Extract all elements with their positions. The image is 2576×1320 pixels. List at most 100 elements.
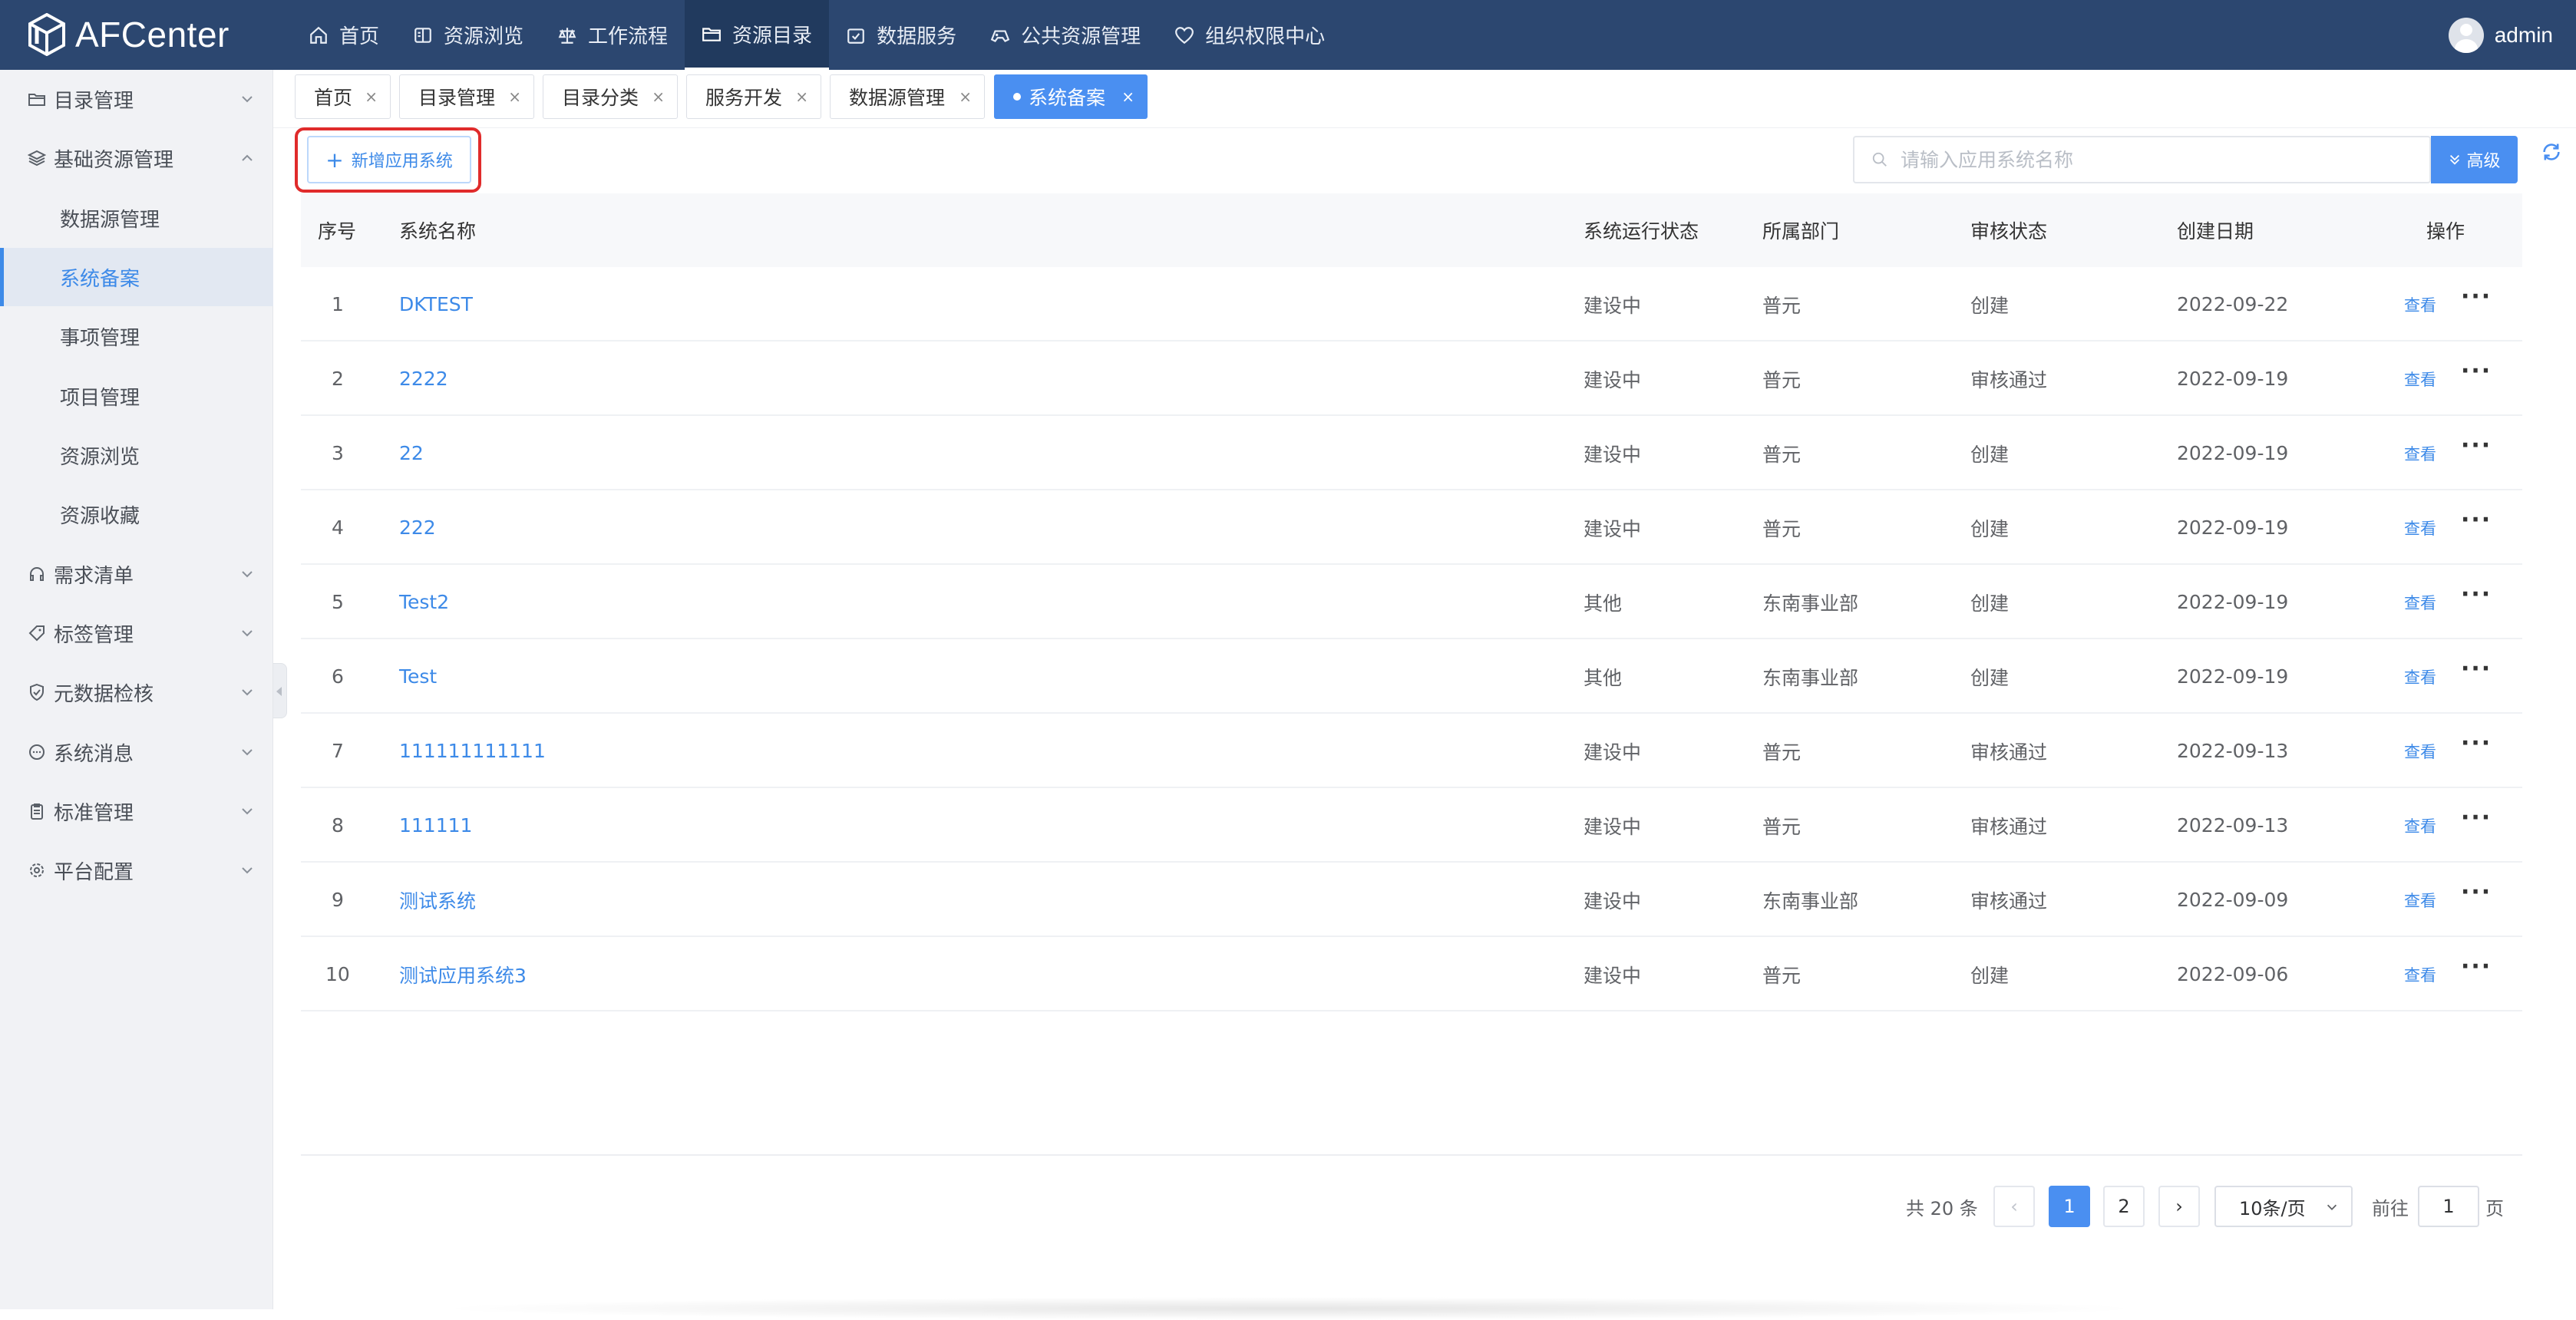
cell-index: 8 (332, 814, 344, 837)
more-actions-icon[interactable]: ··· (2461, 408, 2492, 483)
more-actions-icon[interactable]: ··· (2461, 632, 2492, 706)
topnav-org-permission[interactable]: 组织权限中心 (1158, 0, 1342, 70)
goto-page-input[interactable]: 1 (2418, 1186, 2479, 1227)
prev-page-button[interactable]: ‹ (1993, 1186, 2035, 1227)
sidebar-group-base-resource[interactable]: 基础资源管理 (0, 129, 273, 187)
cell-audit-status: 审核通过 (1970, 889, 2048, 912)
cell-audit-status: 创建 (1970, 666, 2010, 689)
tab-catalog-manage[interactable]: 目录管理 × (399, 74, 534, 119)
topnav-resource-browse[interactable]: 资源浏览 (396, 0, 540, 70)
topnav-home[interactable]: 首页 (292, 0, 396, 70)
search-input[interactable] (1899, 147, 2390, 172)
gamepad-icon (990, 30, 1010, 42)
more-actions-icon[interactable]: ··· (2461, 483, 2492, 557)
page-size-select[interactable]: 10条/页 (2214, 1186, 2353, 1227)
double-chevron-down-icon (2450, 154, 2460, 165)
view-link[interactable]: 查看 (2404, 863, 2436, 937)
cell-system-name-link[interactable]: 111111111111 (399, 714, 546, 788)
cell-audit-status: 创建 (1970, 294, 2010, 317)
tab-home[interactable]: 首页 × (295, 74, 391, 119)
app-logo[interactable]: AFCenter (28, 11, 230, 58)
col-audit-status: 审核状态 (1970, 220, 2048, 243)
tab-datasource-manage[interactable]: 数据源管理 × (830, 74, 985, 119)
sidebar-group-metadata-check[interactable]: 元数据检核 (0, 663, 273, 721)
cell-index: 6 (332, 665, 344, 688)
more-actions-icon[interactable]: ··· (2461, 855, 2492, 929)
topnav-workflow[interactable]: 工作流程 (540, 0, 685, 70)
cell-department: 东南事业部 (1762, 889, 1859, 912)
sidebar-group-catalog-manage[interactable]: 目录管理 (0, 70, 273, 128)
tab-service-dev[interactable]: 服务开发 × (686, 74, 821, 119)
view-link[interactable]: 查看 (2404, 490, 2436, 565)
next-page-button[interactable]: › (2158, 1186, 2200, 1227)
cell-system-name-link[interactable]: Test (399, 639, 437, 714)
sidebar-item-matter-manage[interactable]: 事项管理 (0, 307, 273, 365)
cell-system-name-link[interactable]: 2222 (399, 342, 448, 416)
more-actions-icon[interactable]: ··· (2461, 334, 2492, 408)
sidebar-item-datasource[interactable]: 数据源管理 (0, 189, 273, 247)
user-name: admin (2494, 22, 2553, 47)
view-link[interactable]: 查看 (2404, 267, 2436, 342)
view-link[interactable]: 查看 (2404, 639, 2436, 714)
sidebar-item-system-filing[interactable]: 系统备案 (0, 248, 273, 306)
close-icon[interactable]: × (365, 87, 378, 106)
cell-department: 普元 (1762, 815, 1802, 838)
sidebar-item-resource-favorite[interactable]: 资源收藏 (0, 485, 273, 543)
cell-system-name-link[interactable]: 22 (399, 416, 424, 490)
cell-create-date: 2022-09-19 (2177, 665, 2289, 688)
search-box[interactable] (1853, 136, 2431, 183)
page-1-button[interactable]: 1 (2049, 1186, 2090, 1227)
page-2-button[interactable]: 2 (2103, 1186, 2145, 1227)
view-link[interactable]: 查看 (2404, 416, 2436, 490)
cell-run-status: 建设中 (1584, 368, 1642, 391)
user-menu[interactable]: admin (2448, 0, 2553, 70)
col-system-name: 系统名称 (399, 220, 477, 243)
cell-system-name-link[interactable]: 222 (399, 490, 436, 565)
refresh-icon[interactable] (2541, 141, 2562, 163)
sidebar-group-tag-manage[interactable]: 标签管理 (0, 604, 273, 662)
close-icon[interactable]: × (1121, 87, 1134, 106)
cell-create-date: 2022-09-13 (2177, 814, 2289, 837)
sidebar-group-standard-manage[interactable]: 标准管理 (0, 782, 273, 840)
topnav-data-service[interactable]: 数据服务 (829, 0, 973, 70)
close-icon[interactable]: × (508, 87, 521, 106)
more-actions-icon[interactable]: ··· (2461, 929, 2492, 1004)
more-actions-icon[interactable]: ··· (2461, 259, 2492, 334)
sidebar-item-resource-browse[interactable]: 资源浏览 (0, 426, 273, 484)
cell-system-name-link[interactable]: Test2 (399, 565, 449, 639)
sidebar-group-platform-config[interactable]: 平台配置 (0, 841, 273, 899)
view-link[interactable]: 查看 (2404, 714, 2436, 788)
close-icon[interactable]: × (959, 87, 972, 106)
advanced-search-button[interactable]: 高级 (2431, 136, 2518, 183)
topnav-public-resource[interactable]: 公共资源管理 (973, 0, 1158, 70)
tab-system-filing[interactable]: 系统备案 × (994, 74, 1148, 119)
view-link[interactable]: 查看 (2404, 788, 2436, 863)
close-icon[interactable]: × (795, 87, 808, 106)
sidebar-group-requirement[interactable]: 需求清单 (0, 545, 273, 603)
cell-system-name-link[interactable]: 测试系统 (399, 863, 476, 937)
cell-system-name-link[interactable]: 测试应用系统3 (399, 937, 527, 1011)
cell-run-status: 其他 (1584, 666, 1623, 689)
more-actions-icon[interactable]: ··· (2461, 706, 2492, 780)
more-actions-icon[interactable]: ··· (2461, 557, 2492, 632)
topnav-resource-catalog[interactable]: 资源目录 (685, 0, 830, 70)
add-app-system-button[interactable]: + 新增应用系统 (307, 136, 471, 183)
close-icon[interactable]: × (652, 87, 665, 106)
cell-system-name-link[interactable]: 111111 (399, 788, 472, 863)
shield-check-icon (30, 683, 44, 701)
more-actions-icon[interactable]: ··· (2461, 780, 2492, 855)
view-link[interactable]: 查看 (2404, 565, 2436, 639)
sidebar-item-project-manage[interactable]: 项目管理 (0, 367, 273, 425)
table-footer-divider (301, 1154, 2522, 1156)
cell-index: 7 (332, 740, 344, 762)
sidebar-group-system-message[interactable]: 系统消息 (0, 723, 273, 781)
sidebar-collapse-handle[interactable] (273, 663, 287, 718)
chevron-up-icon (242, 154, 253, 161)
view-link[interactable]: 查看 (2404, 342, 2436, 416)
cell-index: 3 (332, 442, 344, 464)
view-link[interactable]: 查看 (2404, 937, 2436, 1011)
table-row: 5 Test2 其他 东南事业部 创建 2022-09-19 查看 ··· (301, 565, 2522, 639)
cell-system-name-link[interactable]: DKTEST (399, 267, 473, 342)
tab-catalog-category[interactable]: 目录分类 × (543, 74, 678, 119)
cell-create-date: 2022-09-09 (2177, 889, 2289, 911)
